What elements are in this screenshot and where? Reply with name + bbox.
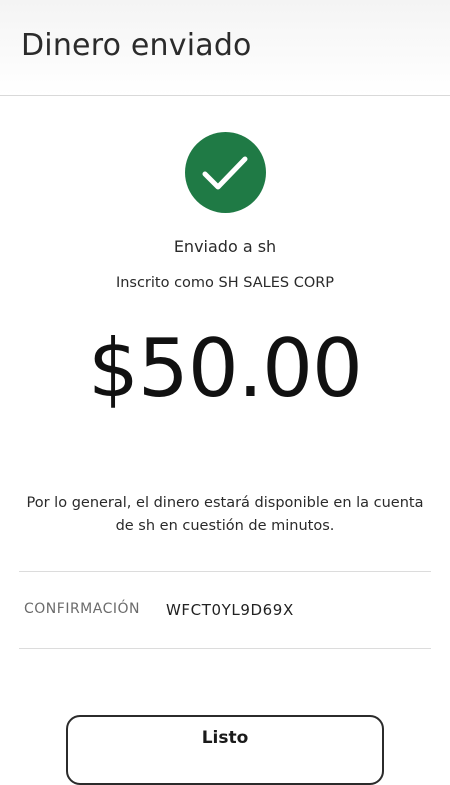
recipient-enrolled-as: Inscrito como SH SALES CORP <box>115 275 335 291</box>
done-button-label: Listo <box>201 728 249 748</box>
recipient-sent-to: Enviado a sh <box>173 237 277 256</box>
page-title: Dinero enviado <box>21 28 252 63</box>
app-header: Dinero enviado <box>0 0 450 96</box>
confirmation-code: WFCT0YL9D69X <box>166 601 294 619</box>
divider <box>19 648 431 649</box>
availability-note: Por lo general, el dinero estará disponi… <box>26 495 424 534</box>
divider <box>19 571 431 572</box>
done-button[interactable]: Listo <box>66 715 384 785</box>
check-circle-icon <box>185 132 266 213</box>
confirmation-label: CONFIRMACIÓN <box>24 601 140 617</box>
payment-amount: $50.00 <box>88 322 363 415</box>
